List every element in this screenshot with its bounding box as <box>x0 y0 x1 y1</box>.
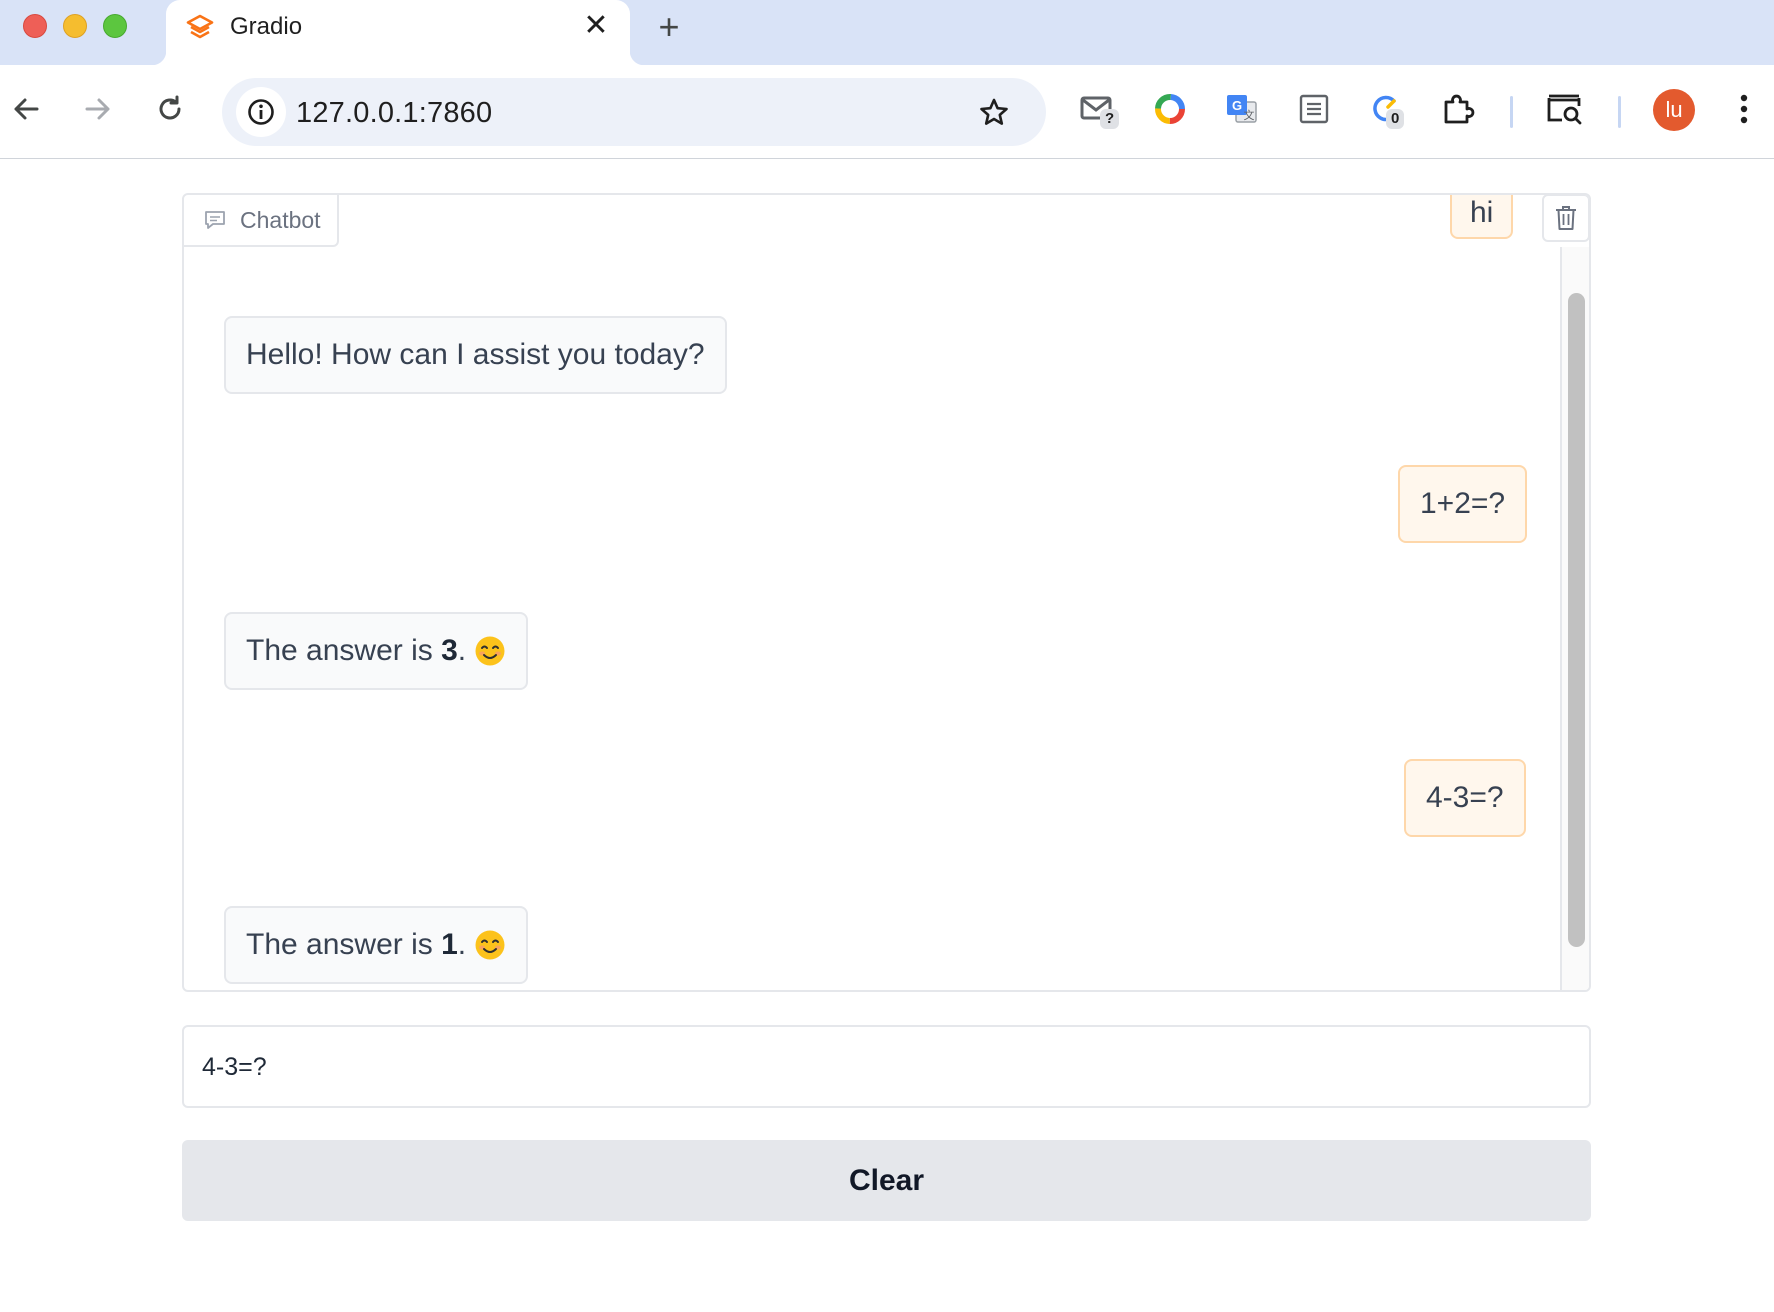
arrow-left-icon <box>14 98 39 120</box>
tab-search-button[interactable] <box>1543 87 1587 131</box>
message-text: . <box>457 928 467 961</box>
svg-text:文: 文 <box>1244 108 1255 122</box>
reader-mode-extension[interactable] <box>1292 87 1336 131</box>
message-text: The answer is <box>246 634 442 667</box>
svg-text:G: G <box>1232 98 1242 113</box>
colorful-ring-extension[interactable] <box>1148 87 1192 131</box>
bot-message: The answer is 1. <box>224 906 529 984</box>
message-textbox[interactable] <box>182 1025 1591 1108</box>
loading-spinner-extension[interactable]: 0 <box>1364 87 1408 131</box>
bot-message: Hello! How can I assist you today? <box>224 316 727 394</box>
site-info-button[interactable] <box>236 87 286 137</box>
bookmark-button[interactable] <box>974 92 1014 132</box>
toolbar-separator <box>1618 96 1621 128</box>
smiling-face-emoji <box>475 930 505 960</box>
message-text: . <box>457 634 467 667</box>
smiling-face-emoji <box>475 636 505 666</box>
message-text: Hello! How can I assist you today? <box>246 338 705 371</box>
message-text: 4-3=? <box>1426 781 1504 814</box>
arrow-right-icon <box>85 98 110 120</box>
google-translate-icon: G文 <box>1227 95 1257 123</box>
google-translate-extension[interactable]: G文 <box>1220 87 1264 131</box>
close-window-button[interactable] <box>23 14 47 38</box>
reader-mode-icon <box>1299 94 1329 124</box>
chat-scrollbar-thumb[interactable] <box>1568 293 1585 947</box>
bot-message: The answer is 3. <box>224 612 529 690</box>
chatbot-label-text: Chatbot <box>240 206 321 233</box>
extensions-puzzle-icon <box>1444 94 1475 124</box>
clear-chat-button[interactable] <box>1542 195 1589 242</box>
maximize-window-button[interactable] <box>103 14 127 38</box>
info-icon <box>248 99 274 125</box>
gmail-checker-badge: ? <box>1100 109 1120 129</box>
message-text: The answer is <box>246 928 442 961</box>
more-vert-icon <box>1740 94 1748 124</box>
reload-button[interactable] <box>148 87 192 131</box>
browser-tab-gradio[interactable]: Gradio ✕ <box>152 0 644 65</box>
new-tab-button[interactable]: + <box>650 8 688 46</box>
user-message: hi <box>1450 195 1514 239</box>
minimize-window-button[interactable] <box>63 14 87 38</box>
profile-avatar[interactable]: lu <box>1653 89 1695 131</box>
gmail-checker-extension[interactable]: ? <box>1076 87 1120 131</box>
forward-button[interactable] <box>76 87 120 131</box>
browser-tab-strip: Gradio ✕ + <box>0 0 1774 65</box>
trash-icon <box>1556 206 1576 230</box>
chatbot-label: Chatbot <box>184 195 339 247</box>
address-bar[interactable]: 127.0.0.1:7860 <box>222 78 1046 146</box>
colorful-ring-icon <box>1155 94 1185 124</box>
message-list: hi Hello! How can I assist you today? 1+… <box>184 195 1560 990</box>
clear-button[interactable]: Clear <box>182 1140 1591 1221</box>
extensions-button[interactable] <box>1436 87 1480 131</box>
gradio-logo-icon <box>186 14 214 39</box>
back-button[interactable] <box>4 87 48 131</box>
toolbar-separator <box>1510 96 1513 128</box>
message-input[interactable] <box>202 1043 1562 1091</box>
tab-search-icon <box>1547 94 1582 125</box>
browser-toolbar: 127.0.0.1:7860 ? G文 0 lu <box>0 65 1774 159</box>
browser-menu-button[interactable] <box>1722 87 1766 131</box>
user-message: 4-3=? <box>1404 759 1526 837</box>
user-message: 1+2=? <box>1398 465 1528 543</box>
spinner-badge: 0 <box>1386 109 1405 129</box>
message-text: 1+2=? <box>1420 487 1506 520</box>
chat-bubble-icon <box>205 211 225 229</box>
star-icon <box>980 98 1008 125</box>
reload-icon <box>159 95 181 120</box>
tab-close-icon[interactable]: ✕ <box>580 10 612 42</box>
tab-title: Gradio <box>230 13 303 40</box>
message-bold-text: 3 <box>441 634 458 667</box>
chatbot-panel: Chatbot hi Hello! How can I assist you t… <box>182 193 1591 992</box>
url-text[interactable]: 127.0.0.1:7860 <box>296 96 492 130</box>
message-text: hi <box>1470 196 1494 229</box>
message-bold-text: 1 <box>441 928 458 961</box>
